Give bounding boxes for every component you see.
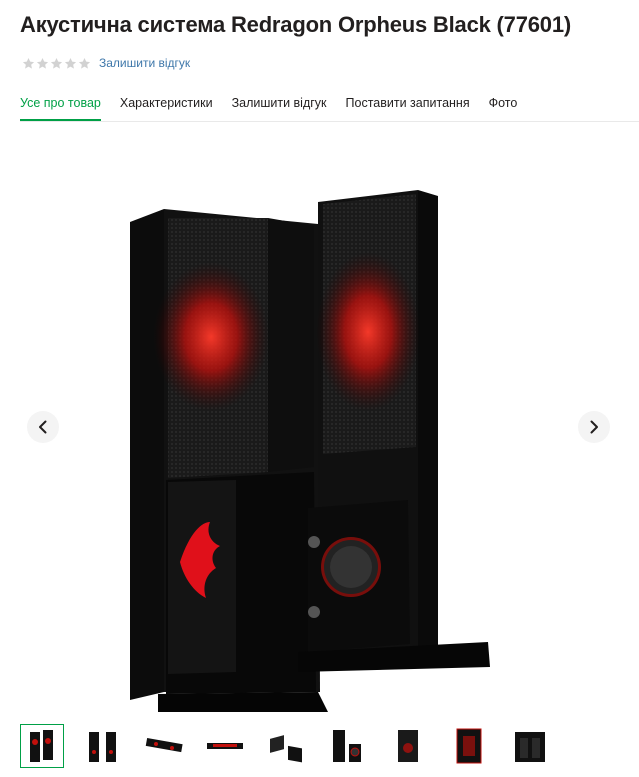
tab-ask-question[interactable]: Поставити запитання xyxy=(346,90,470,121)
chevron-right-icon xyxy=(590,420,598,434)
product-image xyxy=(130,190,490,712)
leave-review-link[interactable]: Залишити відгук xyxy=(99,56,190,70)
right-speaker xyxy=(298,190,490,672)
thumbnail[interactable] xyxy=(203,724,247,768)
thumbnail[interactable] xyxy=(447,724,491,768)
thumbnail[interactable] xyxy=(508,724,552,768)
tab-photo[interactable]: Фото xyxy=(489,90,518,121)
thumbnail[interactable] xyxy=(264,724,308,768)
gallery-next-button[interactable] xyxy=(578,411,610,443)
thumbnail[interactable] xyxy=(20,724,64,768)
star-icon xyxy=(22,57,35,70)
thumbnail-strip xyxy=(20,724,569,770)
gallery-prev-button[interactable] xyxy=(27,411,59,443)
tab-all-about-product[interactable]: Усе про товар xyxy=(20,90,101,121)
thumbnail[interactable] xyxy=(142,724,186,768)
image-gallery xyxy=(0,122,639,712)
product-title: Акустична система Redragon Orpheus Black… xyxy=(20,12,571,37)
tab-characteristics[interactable]: Характеристики xyxy=(120,90,213,121)
thumbnail[interactable] xyxy=(81,724,125,768)
thumbnail[interactable] xyxy=(325,724,369,768)
star-icon xyxy=(36,57,49,70)
star-icon xyxy=(64,57,77,70)
tab-leave-review[interactable]: Залишити відгук xyxy=(232,90,327,121)
thumbnail[interactable] xyxy=(386,724,430,768)
rating-stars xyxy=(22,57,91,70)
rating-row: Залишити відгук xyxy=(22,54,190,72)
chevron-left-icon xyxy=(39,420,47,434)
left-speaker xyxy=(130,209,328,712)
star-icon xyxy=(78,57,91,70)
star-icon xyxy=(50,57,63,70)
product-tabs: Усе про товар Характеристики Залишити ві… xyxy=(20,90,639,122)
